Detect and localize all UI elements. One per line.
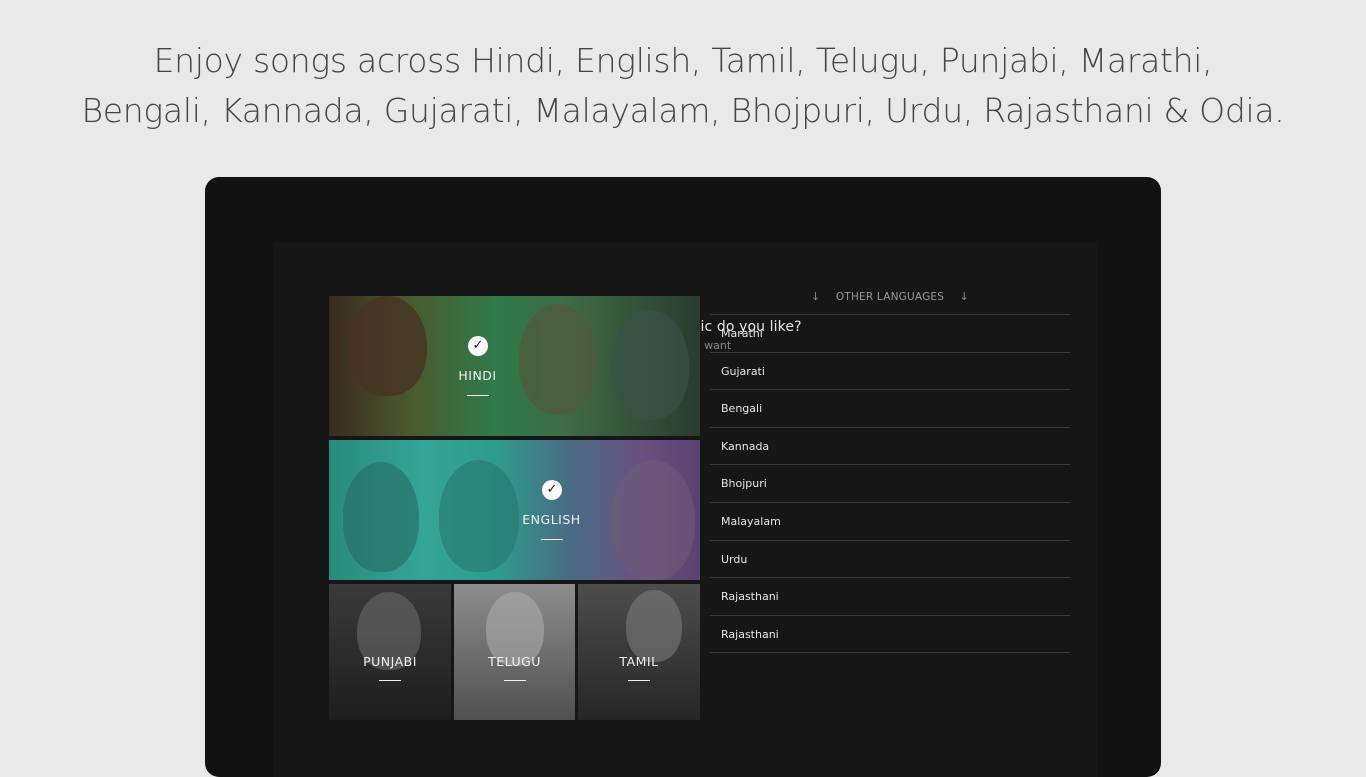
headline: Enjoy songs across Hindi, English, Tamil… [0,36,1366,136]
tile-underline [540,539,563,540]
arrow-down-icon: ↓ [810,290,821,303]
tile-telugu[interactable]: TELUGU [454,584,575,720]
checkmark-icon: ✓ [542,480,562,500]
artist-photo [611,310,689,420]
other-languages-title: OTHER LANGUAGES [835,291,945,303]
tile-underline [628,680,650,681]
language-item-rajasthani[interactable]: Rajasthani [710,578,1070,616]
tile-punjabi[interactable]: PUNJABI [329,584,451,720]
language-item-rajasthani-2[interactable]: Rajasthani [710,616,1070,654]
language-item-marathi[interactable]: Marathi [710,315,1070,353]
other-languages-list: Marathi Gujarati Bengali Kannada Bhojpur… [710,314,1070,654]
language-item-kannada[interactable]: Kannada [710,428,1070,466]
tile-hindi[interactable]: ✓ HINDI [329,296,700,436]
language-item-gujarati[interactable]: Gujarati [710,353,1070,391]
tile-tamil[interactable]: TAMIL [578,584,700,720]
checkmark-icon: ✓ [468,336,488,356]
tile-underline [466,395,489,396]
other-languages-header[interactable]: ↓ OTHER LANGUAGES ↓ [710,290,1070,308]
arrow-down-icon: ↓ [959,290,970,303]
tile-label: HINDI [458,368,497,383]
tile-underline [379,680,401,681]
tile-underline [503,680,526,681]
tile-label: ENGLISH [522,512,581,527]
language-item-malayalam[interactable]: Malayalam [710,503,1070,541]
language-item-urdu[interactable]: Urdu [710,541,1070,579]
language-item-bhojpuri[interactable]: Bhojpuri [710,465,1070,503]
tile-label: TELUGU [488,654,541,669]
artist-photo [626,590,682,662]
tile-label: TAMIL [619,654,659,669]
artist-photo [519,304,597,414]
headline-line-2: Bengali, Kannada, Gujarati, Malayalam, B… [81,91,1285,130]
tile-english[interactable]: ✓ ENGLISH [329,440,700,580]
language-item-bengali[interactable]: Bengali [710,390,1070,428]
tile-label: PUNJABI [363,654,417,669]
headline-line-1: Enjoy songs across Hindi, English, Tamil… [153,41,1213,80]
